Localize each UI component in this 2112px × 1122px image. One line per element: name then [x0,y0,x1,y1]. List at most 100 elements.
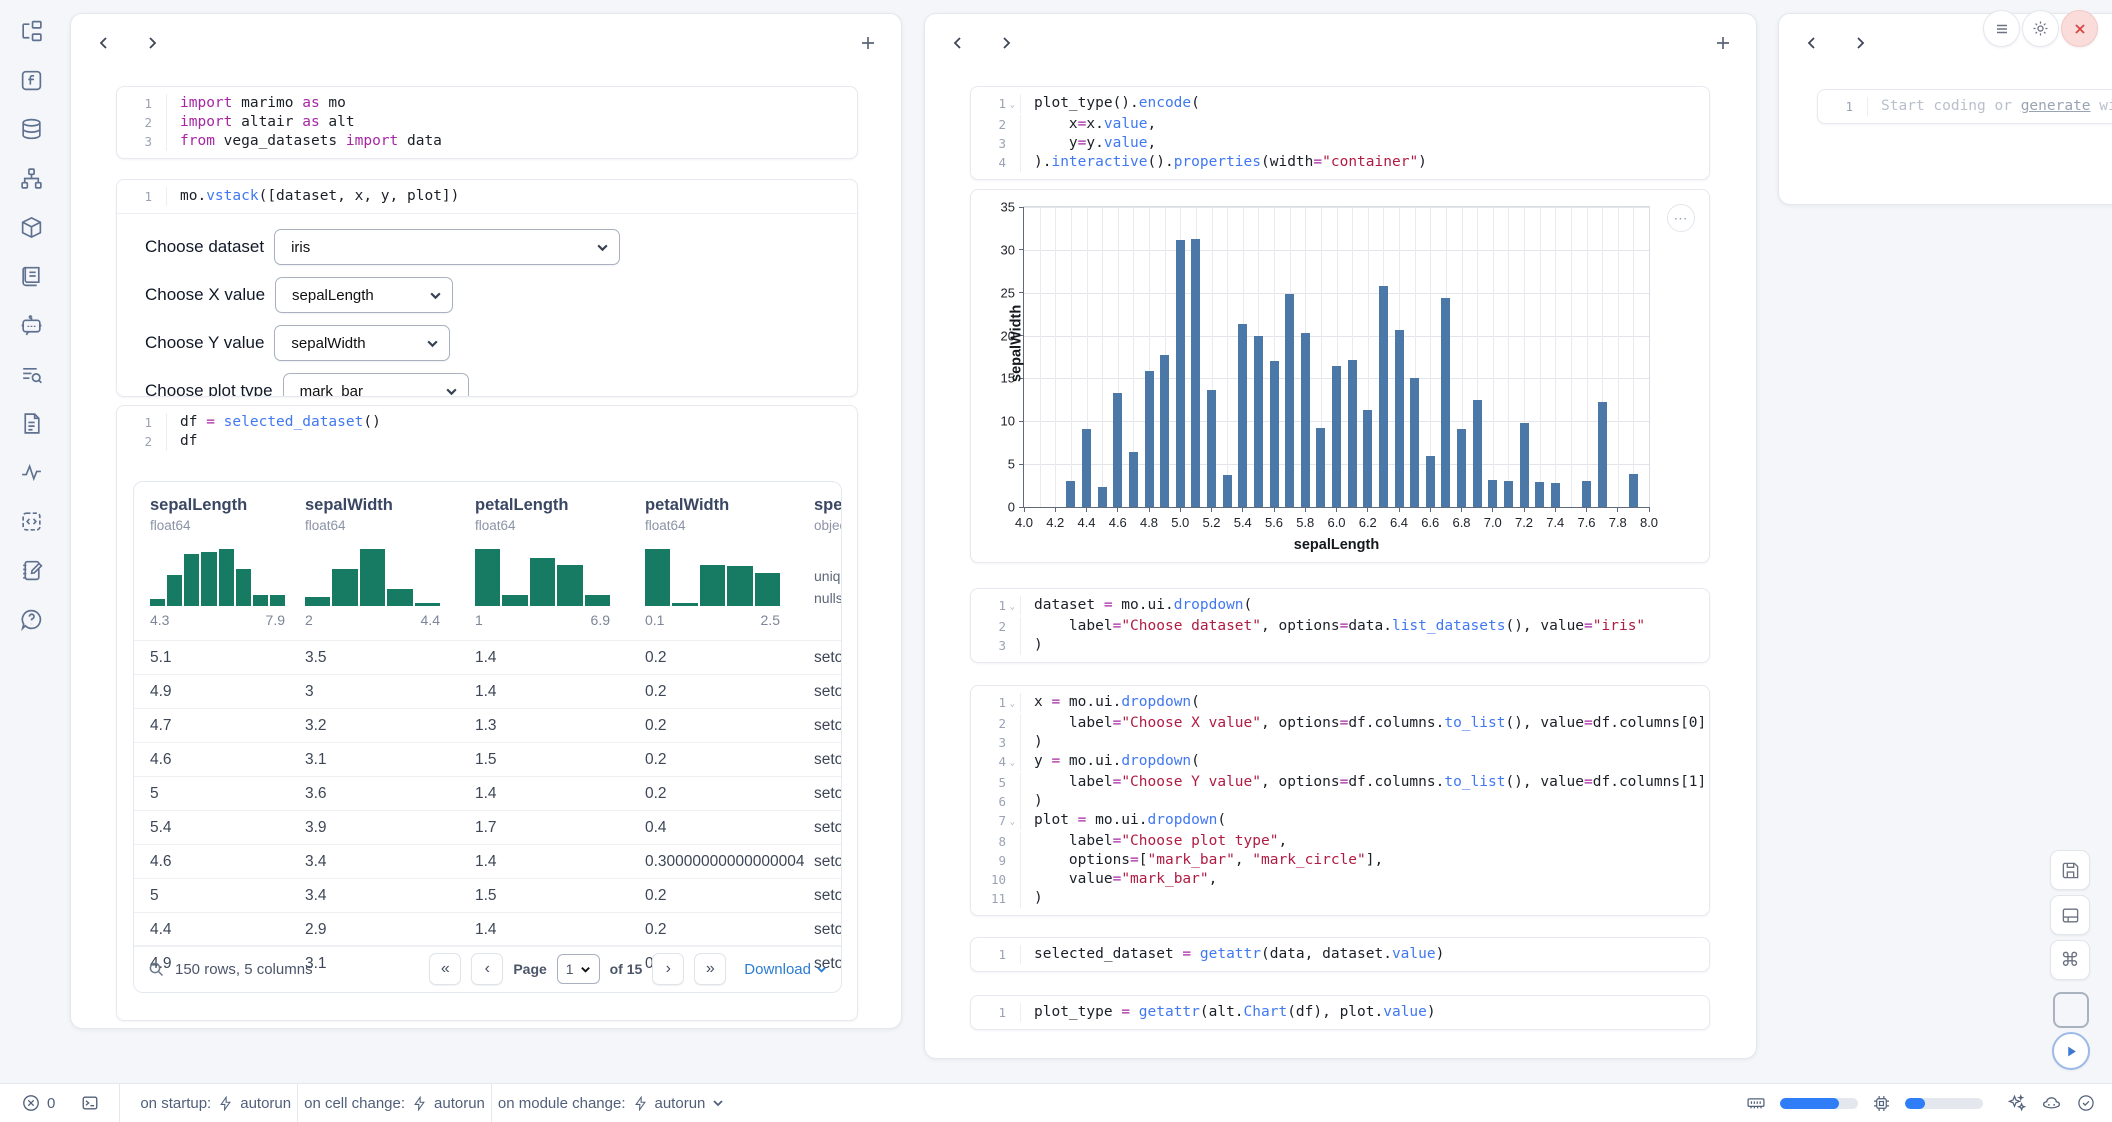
code-text[interactable]: ) [1020,792,1709,811]
dependency-graph-icon[interactable] [18,165,45,192]
download-button[interactable]: Download [744,961,827,978]
code-line[interactable]: 1df = selected_dataset() [117,413,857,432]
errors-indicator[interactable]: 0 [16,1084,61,1122]
chart-bar[interactable] [1629,474,1638,507]
table-row[interactable]: 4.63.11.50.2setosa [134,742,841,776]
chart-bar[interactable] [1535,482,1544,507]
chart-bar[interactable] [1504,481,1513,507]
code-text[interactable]: ).interactive().properties(width="contai… [1020,153,1709,172]
add-cell-button[interactable] [855,30,881,56]
code-cell-vstack[interactable]: 1mo.vstack([dataset, x, y, plot]) Choose… [116,179,858,397]
code-text[interactable]: ) [1020,733,1709,752]
code-cell-selected-dataset[interactable]: 1selected_dataset = getattr(data, datase… [970,937,1710,972]
code-line[interactable]: 11) [971,889,1709,908]
table-row[interactable]: 4.73.21.30.2setosa [134,708,841,742]
code-line[interactable]: 1⌄dataset = mo.ui.dropdown( [971,596,1709,617]
code-text[interactable]: value="mark_bar", [1020,870,1709,889]
code-text[interactable]: plot_type().encode( [1020,94,1709,113]
chevron-right-icon[interactable] [139,30,165,56]
add-cell-button[interactable] [1710,30,1736,56]
code-cell-empty-ai[interactable]: 1Start coding or generate with AI. [1817,89,2112,124]
table-row[interactable]: 53.41.50.2setosa [134,878,841,912]
chart-bar[interactable] [1129,452,1138,507]
code-line[interactable]: 1Start coding or generate with AI. [1818,97,2112,116]
connection-status-icon[interactable] [2076,1093,2096,1113]
chevron-left-icon[interactable] [91,30,117,56]
table-row[interactable]: 4.63.41.40.30000000000000004setosa [134,844,841,878]
helper-functions-icon[interactable] [18,67,45,94]
code-text[interactable]: options=["mark_bar", "mark_circle"], [1020,851,1709,870]
code-text[interactable]: plot_type = getattr(alt.Chart(df), plot.… [1020,1003,1709,1022]
code-text[interactable]: import altair as alt [166,113,857,132]
code-line[interactable]: 6) [971,792,1709,811]
code-text[interactable]: x = mo.ui.dropdown( [1020,693,1709,712]
save-button[interactable] [2050,850,2090,890]
chart-bar[interactable] [1176,240,1185,507]
code-line[interactable]: 1mo.vstack([dataset, x, y, plot]) [117,187,857,206]
keyboard-shortcuts-button[interactable]: ⌘ [2050,940,2090,980]
code-text[interactable]: import marimo as mo [166,94,857,113]
code-line[interactable]: 3from vega_datasets import data [117,132,857,151]
code-cell-df[interactable]: 1df = selected_dataset()2df sepalLengthf… [116,405,858,1021]
run-all-button[interactable] [2052,1032,2090,1070]
code-text[interactable]: from vega_datasets import data [166,132,857,151]
code-line[interactable]: 1⌄plot_type().encode( [971,94,1709,115]
fold-chevron-icon[interactable]: ⌄ [1006,754,1015,773]
next-page-button[interactable]: › [652,953,684,985]
chart-bar[interactable] [1285,294,1294,507]
last-page-button[interactable]: » [694,953,726,985]
chart-bar[interactable] [1160,355,1169,507]
column-header-petalLength[interactable]: petalLengthfloat64 [475,482,645,533]
menu-button[interactable] [1983,10,2020,47]
runtime-config-item[interactable]: on startup:autorun [134,1084,297,1122]
code-cell-plot-type[interactable]: 1plot_type = getattr(alt.Chart(df), plot… [970,995,1710,1030]
chart-options-button[interactable]: ⋯ [1667,204,1695,232]
settings-button[interactable] [2022,10,2059,47]
chart-bar[interactable] [1582,481,1591,507]
chart-bar[interactable] [1395,330,1404,507]
terminal-button[interactable] [75,1084,105,1122]
code-cell-dataset-dropdown[interactable]: 1⌄dataset = mo.ui.dropdown(2 label="Choo… [970,588,1710,663]
code-line[interactable]: 8 label="Choose plot type", [971,832,1709,851]
table-row[interactable]: 4.42.91.40.2setosa [134,912,841,946]
table-row[interactable]: 5.13.51.40.2setosa [134,640,841,674]
chevron-left-icon[interactable] [945,30,971,56]
code-text[interactable]: label="Choose dataset", options=data.lis… [1020,617,1709,636]
code-line[interactable]: 3 y=y.value, [971,134,1709,153]
code-text[interactable]: Start coding or generate with AI. [1867,97,2112,116]
chart-bar[interactable] [1598,402,1607,507]
scratchpad-icon[interactable] [18,557,45,584]
code-text[interactable]: selected_dataset = getattr(data, dataset… [1020,945,1709,964]
table-row[interactable]: 5.43.91.70.4setosa [134,810,841,844]
code-line[interactable]: 4).interactive().properties(width="conta… [971,153,1709,172]
chart-bar[interactable] [1207,390,1216,507]
fold-chevron-icon[interactable]: ⌄ [1006,598,1015,617]
chevron-right-icon[interactable] [993,30,1019,56]
shutdown-button[interactable] [2061,10,2098,47]
code-line[interactable]: 1⌄x = mo.ui.dropdown( [971,693,1709,714]
chart-bar[interactable] [1145,371,1154,507]
mini-histogram[interactable] [305,549,440,606]
memory-usage-meter[interactable] [1780,1098,1858,1109]
table-row[interactable]: 53.61.40.2setosa [134,776,841,810]
code-line[interactable]: 2df [117,432,857,451]
runtime-config-item[interactable]: on cell change:autorun [298,1084,491,1122]
column-header-sepalWidth[interactable]: sepalWidthfloat64 [305,482,475,533]
code-line[interactable]: 5 label="Choose Y value", options=df.col… [971,773,1709,792]
code-line[interactable]: 9 options=["mark_bar", "mark_circle"], [971,851,1709,870]
logs-icon[interactable] [18,361,45,388]
column-header-sepalLength[interactable]: sepalLengthfloat64 [150,482,305,533]
chart-bar[interactable] [1301,333,1310,507]
dropdown-choose-y-value[interactable]: sepalWidth [274,325,450,361]
dropdown-choose-dataset[interactable]: iris [274,229,620,265]
mini-histogram[interactable] [475,549,610,606]
chart-bar[interactable] [1473,400,1482,507]
ai-chat-icon[interactable] [18,312,45,339]
mini-histogram[interactable] [645,549,780,606]
fold-chevron-icon[interactable]: ⌄ [1006,695,1015,714]
chart-bar[interactable] [1441,298,1450,507]
chart-bar[interactable] [1316,428,1325,507]
chart-bar[interactable] [1426,456,1435,507]
chart-bar[interactable] [1348,360,1357,507]
code-line[interactable]: 2 label="Choose X value", options=df.col… [971,714,1709,733]
